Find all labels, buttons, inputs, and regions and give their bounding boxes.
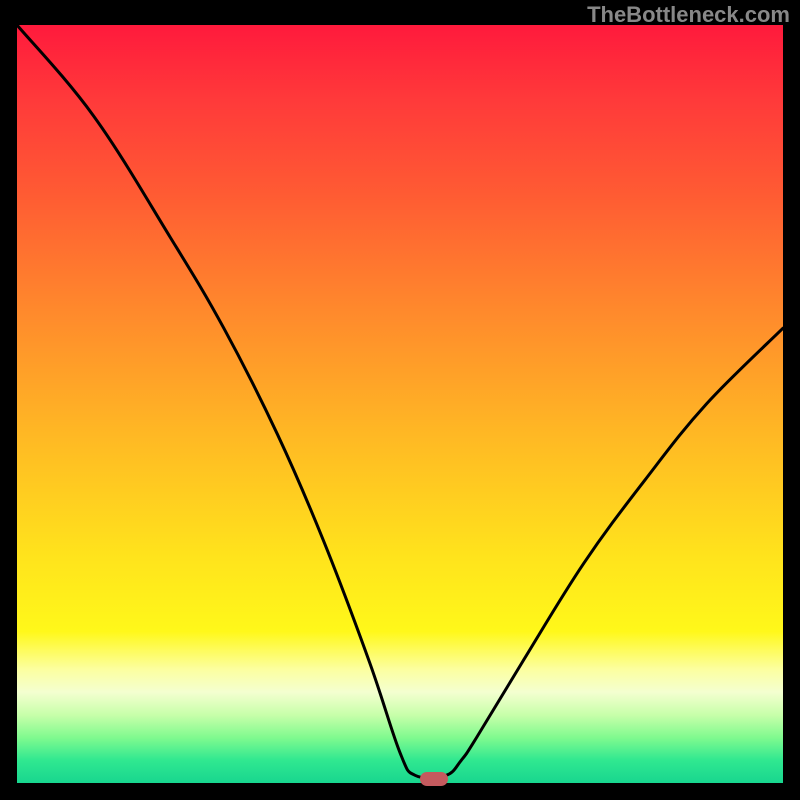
optimal-marker [420,772,448,786]
attribution-text: TheBottleneck.com [587,2,790,28]
bottleneck-chart [17,25,783,783]
bottleneck-curve [17,25,783,783]
